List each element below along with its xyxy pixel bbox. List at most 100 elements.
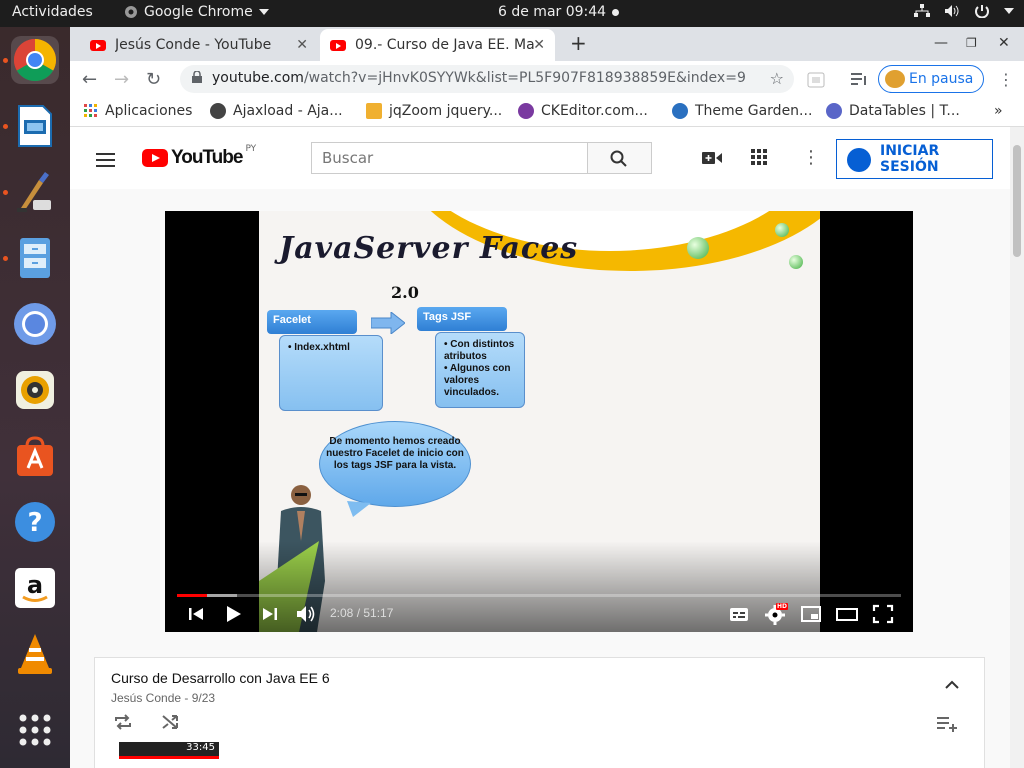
hd-badge: HD [776, 603, 789, 610]
bookmark-jqzoom[interactable]: jqZoom jquery... [366, 103, 502, 119]
activities-button[interactable]: Actividades [12, 4, 93, 20]
previous-button[interactable] [185, 604, 207, 624]
file-manager-icon [20, 238, 50, 278]
youtube-logo[interactable]: YouTube PY [142, 144, 256, 169]
app-menu[interactable]: Google Chrome [124, 4, 269, 20]
close-window-button[interactable]: ✕ [998, 35, 1010, 51]
chrome-small-icon [125, 6, 137, 18]
dock-chromium[interactable] [11, 300, 59, 348]
datatables-icon [826, 103, 842, 119]
page-scrollbar[interactable] [1010, 127, 1024, 768]
youtube-favicon-icon [90, 39, 106, 51]
video-thumbnail[interactable]: 33:45 [119, 742, 219, 756]
address-bar[interactable]: youtube.com/watch?v=jHnvK0SYYWk&list=PL5… [180, 65, 794, 93]
bookmark-label: DataTables | T... [849, 103, 960, 119]
app-menu-label: Google Chrome [144, 4, 253, 20]
dock-file-manager[interactable] [11, 234, 59, 282]
signin-button[interactable]: INICIAR SESIÓN [836, 139, 993, 179]
forward-button[interactable]: → [114, 69, 129, 90]
account-icon [847, 148, 871, 172]
scrollbar-thumb[interactable] [1013, 145, 1021, 257]
thumbnail-progress [119, 756, 219, 759]
playlist-panel: Curso de Desarrollo con Java EE 6 Jesús … [94, 657, 985, 768]
close-tab-icon[interactable]: ✕ [296, 37, 308, 53]
back-button[interactable]: ← [82, 69, 97, 90]
search-button[interactable] [587, 142, 652, 174]
new-tab-button[interactable]: + [570, 31, 587, 55]
google-chrome-icon [13, 38, 57, 82]
play-button[interactable] [222, 604, 244, 624]
dock-paint[interactable] [11, 168, 59, 216]
tab-jesus-conde[interactable]: Jesús Conde - YouTube ✕ [80, 29, 318, 61]
dock-show-applications[interactable] [11, 706, 59, 754]
tags-jsf-box-title: Tags JSF [417, 307, 507, 331]
chrome-menu-icon[interactable]: ⋮ [998, 70, 1014, 89]
create-video-icon[interactable] [702, 151, 722, 165]
bookmark-star-icon[interactable]: ☆ [770, 69, 784, 88]
dock-google-chrome[interactable] [11, 36, 59, 84]
bookmark-label: Ajaxload - Aja... [233, 103, 343, 119]
bookmarks-overflow-button[interactable]: » [994, 103, 1003, 119]
subtitles-button[interactable] [728, 604, 750, 624]
bookmark-apps[interactable]: Aplicaciones [84, 103, 192, 119]
bookmarks-bar: Aplicaciones Ajaxload - Aja... jqZoom jq… [70, 97, 1024, 127]
fullscreen-button[interactable] [872, 604, 894, 624]
dock-libreoffice-impress[interactable] [11, 102, 59, 150]
bookmark-label: CKEditor.com... [541, 103, 648, 119]
time-total: 51:17 [363, 606, 394, 620]
help-icon: ? [15, 502, 55, 542]
speech-bubble-tail [347, 501, 371, 517]
clock[interactable]: 6 de mar 09:44 [498, 4, 620, 20]
youtube-apps-icon[interactable] [751, 149, 768, 166]
running-indicator [3, 256, 8, 261]
lock-icon [192, 71, 202, 83]
bookmark-ckeditor[interactable]: CKEditor.com... [518, 103, 648, 119]
running-indicator [3, 124, 8, 129]
arrow-right-icon [371, 312, 405, 334]
url-text: youtube.com/watch?v=jHnvK0SYYWk&list=PL5… [212, 70, 746, 86]
extension-icon[interactable] [807, 72, 825, 88]
hamburger-menu-icon[interactable] [96, 153, 115, 167]
save-playlist-icon[interactable] [936, 716, 958, 732]
bookmark-theme-garden[interactable]: Theme Garden... [672, 103, 812, 119]
playlist-title[interactable]: Curso de Desarrollo con Java EE 6 [111, 670, 330, 686]
bookmark-datatables[interactable]: DataTables | T... [826, 103, 960, 119]
settings-more-icon[interactable]: ⋮ [802, 147, 820, 168]
loop-playlist-icon[interactable] [113, 713, 133, 731]
theater-mode-button[interactable] [836, 604, 858, 624]
playlist-subtitle: Jesús Conde - 9/23 [111, 691, 216, 705]
network-icon [914, 4, 930, 17]
globe-icon [210, 103, 226, 119]
signin-label: INICIAR SESIÓN [880, 143, 940, 175]
rhythmbox-icon [16, 371, 54, 409]
shuffle-icon[interactable] [161, 713, 181, 731]
tab-curso-java[interactable]: 09.- Curso de Java EE. Mar ✕ [320, 29, 555, 61]
next-button[interactable] [259, 604, 281, 624]
jqzoom-icon [366, 103, 382, 119]
vlc-icon [18, 634, 52, 674]
dock-vlc[interactable] [11, 630, 59, 678]
profile-paused-button[interactable]: En pausa [878, 65, 984, 93]
system-tray[interactable] [914, 4, 1014, 18]
dock-amazon[interactable]: a [11, 564, 59, 612]
bookmark-label: Aplicaciones [105, 103, 193, 119]
close-tab-icon[interactable]: ✕ [533, 37, 545, 53]
progress-bar[interactable] [177, 594, 901, 597]
dock-software-center[interactable] [11, 432, 59, 480]
running-indicator [3, 190, 8, 195]
minimize-button[interactable]: — [934, 35, 948, 51]
video-player[interactable]: JavaServer Faces 2.0 Facelet • Index.xht… [165, 211, 913, 632]
bookmark-ajaxload[interactable]: Ajaxload - Aja... [210, 103, 343, 119]
tags-jsf-item: • Algunos con valores vinculados. [444, 363, 511, 398]
settings-button[interactable]: HD [765, 603, 789, 625]
search-input[interactable]: Buscar [311, 142, 588, 174]
media-controls-icon[interactable] [850, 72, 868, 88]
dock-rhythmbox[interactable] [11, 366, 59, 414]
chevron-up-icon[interactable] [944, 679, 960, 689]
volume-button[interactable] [295, 604, 317, 624]
miniplayer-button[interactable] [800, 604, 822, 624]
dock-help[interactable]: ? [11, 498, 59, 546]
system-top-bar: Actividades Google Chrome 6 de mar 09:44 [0, 0, 1024, 27]
reload-button[interactable]: ↻ [146, 69, 161, 90]
restore-button[interactable]: ❐ [966, 36, 977, 50]
